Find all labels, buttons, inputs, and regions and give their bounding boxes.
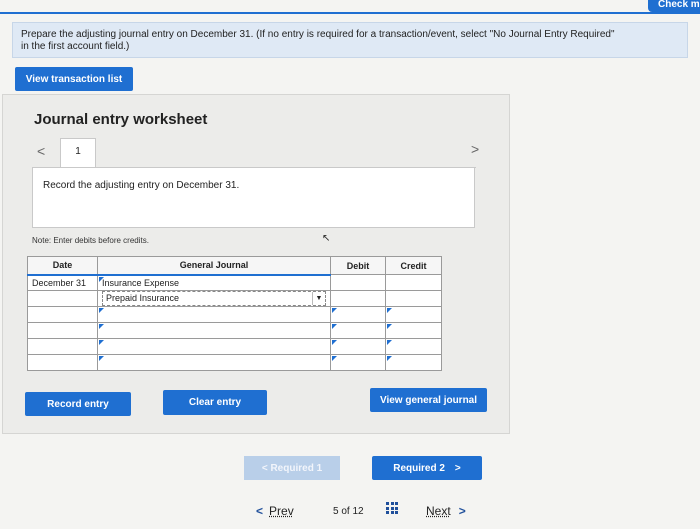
header-date: Date [28, 257, 98, 275]
prev-label: Prev [269, 504, 294, 518]
prev-page-link[interactable]: < Prev [256, 504, 294, 518]
date-cell [28, 355, 98, 371]
account-select[interactable] [98, 355, 331, 371]
date-cell [28, 339, 98, 355]
required-1-button[interactable]: < Required 1 [244, 456, 340, 480]
debit-input[interactable] [331, 323, 386, 339]
prompt-line-2: in the first account field.) [21, 41, 679, 53]
next-label: Next [426, 504, 451, 518]
header-credit: Credit [386, 257, 442, 275]
dropdown-caret-icon[interactable]: ▼ [312, 292, 325, 305]
date-cell: December 31 [28, 275, 98, 291]
prev-transaction-chevron-icon[interactable]: < [37, 143, 45, 159]
debit-input[interactable] [331, 307, 386, 323]
date-cell [28, 291, 98, 307]
instruction-text: Record the adjusting entry on December 3… [43, 180, 239, 191]
account-select[interactable] [98, 307, 331, 323]
account-select[interactable] [98, 339, 331, 355]
debit-input[interactable] [331, 275, 386, 291]
triangle-marker-icon [387, 308, 392, 313]
total-pages: 12 [352, 506, 363, 517]
account-select[interactable]: Prepaid Insurance ▼ [98, 291, 331, 307]
next-transaction-chevron-icon[interactable]: > [471, 141, 479, 157]
credit-input[interactable] [386, 291, 442, 307]
table-row: Prepaid Insurance ▼ [28, 291, 442, 307]
credit-input[interactable] [386, 323, 442, 339]
view-transaction-list-button[interactable]: View transaction list [15, 67, 133, 91]
record-entry-button[interactable]: Record entry [25, 392, 131, 416]
note-text: Note: Enter debits before credits. [32, 236, 149, 245]
account-dropdown[interactable]: Prepaid Insurance ▼ [102, 291, 326, 306]
account-select[interactable]: Insurance Expense [98, 275, 331, 291]
table-header-row: Date General Journal Debit Credit [28, 257, 442, 275]
table-row [28, 323, 442, 339]
triangle-marker-icon [332, 308, 337, 313]
account-value: Insurance Expense [102, 278, 179, 288]
mouse-cursor-icon: ↖ [322, 233, 330, 244]
page-indicator: 5 of 12 [333, 506, 364, 517]
tab-number: 1 [75, 146, 81, 168]
triangle-marker-icon [387, 340, 392, 345]
page-of-label: of [341, 506, 349, 517]
check-my-work-button[interactable]: Check m [648, 0, 700, 12]
account-select[interactable] [98, 323, 331, 339]
journal-entry-table: Date General Journal Debit Credit Decemb… [27, 256, 442, 371]
current-page: 5 [333, 506, 339, 517]
next-page-link[interactable]: Next > [426, 504, 466, 518]
required-2-button[interactable]: Required 2 > [372, 456, 482, 480]
table-row: December 31 Insurance Expense [28, 275, 442, 291]
triangle-marker-icon [332, 356, 337, 361]
chevron-right-icon: > [455, 463, 461, 474]
debit-input[interactable] [331, 355, 386, 371]
credit-input[interactable] [386, 307, 442, 323]
question-prompt: Prepare the adjusting journal entry on D… [12, 22, 688, 58]
triangle-marker-icon [387, 324, 392, 329]
chevron-left-icon: < [256, 504, 263, 518]
triangle-marker-icon [99, 308, 104, 313]
triangle-marker-icon [387, 356, 392, 361]
triangle-marker-icon [332, 324, 337, 329]
triangle-marker-icon [99, 356, 104, 361]
credit-input[interactable] [386, 355, 442, 371]
required-2-label: Required 2 [393, 463, 445, 474]
date-cell [28, 307, 98, 323]
debit-input[interactable] [331, 291, 386, 307]
clear-entry-button[interactable]: Clear entry [163, 390, 267, 415]
header-debit: Debit [331, 257, 386, 275]
worksheet-title: Journal entry worksheet [34, 111, 207, 128]
table-row [28, 307, 442, 323]
credit-input[interactable] [386, 275, 442, 291]
table-row [28, 339, 442, 355]
triangle-marker-icon [99, 277, 104, 282]
tab-transaction-1[interactable]: 1 [60, 138, 96, 168]
account-value: Prepaid Insurance [106, 293, 179, 303]
date-cell [28, 323, 98, 339]
triangle-marker-icon [99, 324, 104, 329]
question-grid-icon[interactable] [386, 502, 398, 514]
header-general-journal: General Journal [98, 257, 331, 275]
view-general-journal-button[interactable]: View general journal [370, 388, 487, 412]
header-divider [0, 12, 700, 14]
debit-input[interactable] [331, 339, 386, 355]
credit-input[interactable] [386, 339, 442, 355]
table-row [28, 355, 442, 371]
triangle-marker-icon [99, 340, 104, 345]
triangle-marker-icon [332, 340, 337, 345]
instruction-box: Record the adjusting entry on December 3… [32, 167, 475, 228]
chevron-right-icon: > [459, 504, 466, 518]
prompt-line-1: Prepare the adjusting journal entry on D… [21, 29, 679, 41]
